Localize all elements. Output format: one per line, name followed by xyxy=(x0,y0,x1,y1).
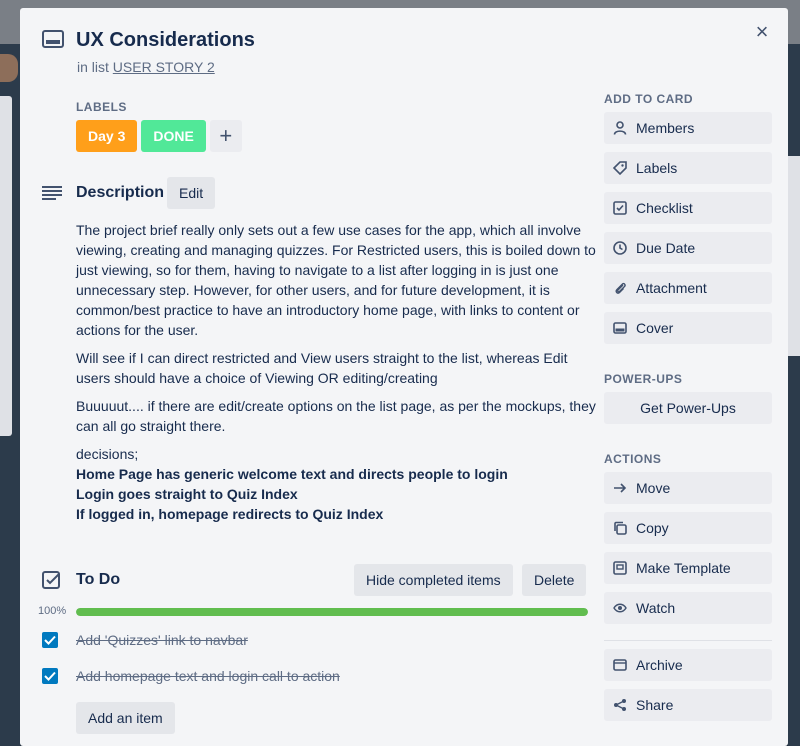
background-list xyxy=(0,96,12,436)
checkbox[interactable] xyxy=(42,668,58,684)
cover-icon xyxy=(613,322,627,334)
move-button[interactable]: Move xyxy=(604,472,772,504)
labels-heading: LABELS xyxy=(76,100,127,114)
progress-fill xyxy=(76,608,588,616)
archive-icon xyxy=(613,659,627,671)
divider xyxy=(604,640,772,641)
archive-label: Archive xyxy=(636,657,683,673)
share-label: Share xyxy=(636,697,674,713)
watch-button[interactable]: Watch xyxy=(604,592,772,624)
cover-label: Cover xyxy=(636,320,674,336)
arrow-right-icon xyxy=(614,483,627,493)
checklist-item-text[interactable]: Add 'Quizzes' link to navbar xyxy=(76,632,248,648)
tag-icon xyxy=(613,161,627,175)
progress-bar xyxy=(76,608,588,616)
card-icon xyxy=(42,30,64,48)
checkbox[interactable] xyxy=(42,632,58,648)
template-icon xyxy=(613,561,627,575)
eye-icon xyxy=(613,603,627,613)
checklist-button[interactable]: Checklist xyxy=(604,192,772,224)
watch-label: Watch xyxy=(636,600,676,616)
paperclip-icon xyxy=(615,282,626,294)
share-button[interactable]: Share xyxy=(604,689,772,721)
due-date-label: Due Date xyxy=(636,240,696,256)
decision-item: Login goes straight to Quiz Index xyxy=(76,486,298,502)
move-label: Move xyxy=(636,480,671,496)
checklist-label: Checklist xyxy=(636,200,693,216)
archive-button[interactable]: Archive xyxy=(604,649,772,681)
close-icon: × xyxy=(755,19,769,44)
board-backdrop-right xyxy=(788,44,800,746)
labels-row: Day 3 DONE + xyxy=(76,120,242,152)
checkmark-icon xyxy=(44,671,56,681)
description-title: Description xyxy=(76,184,165,201)
edit-description-button[interactable]: Edit xyxy=(167,177,216,209)
checkmark-icon xyxy=(44,635,56,645)
get-power-ups-button[interactable]: Get Power-Ups xyxy=(604,392,772,424)
label-day-3[interactable]: Day 3 xyxy=(76,120,138,152)
label-done[interactable]: DONE xyxy=(141,120,206,152)
checklist-item-text[interactable]: Add homepage text and login call to acti… xyxy=(76,668,340,684)
copy-button[interactable]: Copy xyxy=(604,512,772,544)
hide-completed-button[interactable]: Hide completed items xyxy=(354,564,513,596)
actions-heading: ACTIONS xyxy=(604,452,662,466)
close-button[interactable]: × xyxy=(752,19,772,44)
make-template-button[interactable]: Make Template xyxy=(604,552,772,584)
checklist-item: Add 'Quizzes' link to navbar xyxy=(42,628,582,652)
decision-item: If logged in, homepage redirects to Quiz… xyxy=(76,506,384,522)
attachment-label: Attachment xyxy=(636,280,707,296)
cover-button[interactable]: Cover xyxy=(604,312,772,344)
members-button[interactable]: Members xyxy=(604,112,772,144)
add-label-button[interactable]: + xyxy=(209,120,242,152)
list-link[interactable]: USER STORY 2 xyxy=(113,59,215,75)
card-title[interactable]: UX Considerations xyxy=(76,29,255,52)
progress-percent: 100% xyxy=(38,605,67,617)
checklist-icon xyxy=(613,201,627,215)
checklist-title[interactable]: To Do xyxy=(76,571,120,589)
clock-icon xyxy=(613,241,627,255)
list-breadcrumb: in list USER STORY 2 xyxy=(77,59,215,75)
person-icon xyxy=(613,121,627,135)
labels-button[interactable]: Labels xyxy=(604,152,772,184)
copy-icon xyxy=(614,521,627,535)
due-date-button[interactable]: Due Date xyxy=(604,232,772,264)
checklist-icon xyxy=(42,571,60,589)
add-item-button[interactable]: Add an item xyxy=(76,702,175,734)
description-body[interactable]: The project brief really only sets out a… xyxy=(76,220,596,524)
copy-label: Copy xyxy=(636,520,669,536)
avatar xyxy=(0,54,18,82)
delete-checklist-button[interactable]: Delete xyxy=(522,564,587,596)
description-icon xyxy=(42,186,62,200)
description-paragraph: Will see if I can direct restricted and … xyxy=(76,350,568,386)
share-icon xyxy=(614,699,626,711)
checklist-item: Add homepage text and login call to acti… xyxy=(42,664,582,688)
decision-item: Home Page has generic welcome text and d… xyxy=(76,466,508,482)
power-ups-heading: POWER-UPS xyxy=(604,372,683,386)
add-to-card-heading: ADD TO CARD xyxy=(604,92,694,106)
attachment-button[interactable]: Attachment xyxy=(604,272,772,304)
plus-icon: + xyxy=(219,123,233,148)
description-paragraph: Buuuuut.... if there are edit/create opt… xyxy=(76,398,596,434)
labels-label: Labels xyxy=(636,160,678,176)
description-paragraph: The project brief really only sets out a… xyxy=(76,222,596,338)
in-list-prefix: in list xyxy=(77,59,109,75)
make-template-label: Make Template xyxy=(636,560,731,576)
decisions-intro: decisions; xyxy=(76,446,139,462)
card-detail-modal: × UX Considerations in list USER STORY 2… xyxy=(20,8,788,746)
members-label: Members xyxy=(636,120,695,136)
